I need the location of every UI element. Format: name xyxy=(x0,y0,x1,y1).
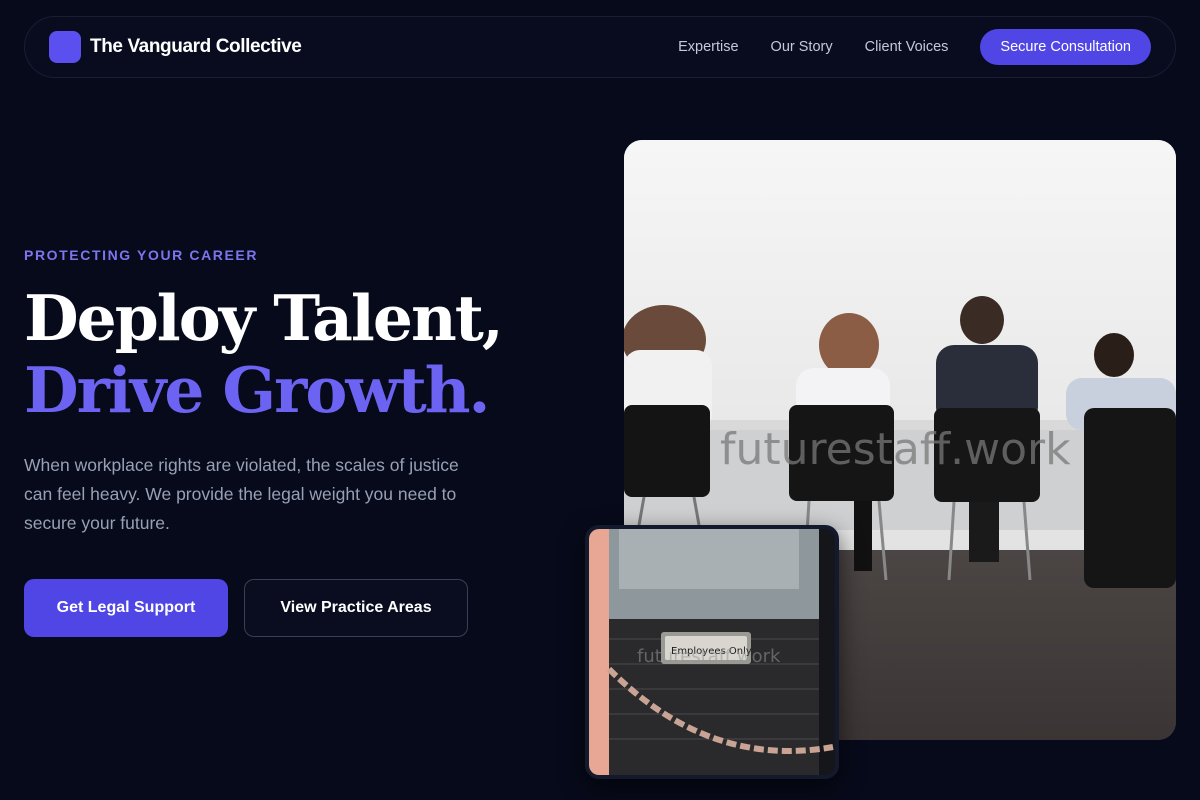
brand-name: The Vanguard Collective xyxy=(90,36,302,57)
headline-line-2: Drive Growth. xyxy=(24,353,490,427)
hero-eyebrow: PROTECTING YOUR CAREER xyxy=(24,247,259,263)
employees-only-door-photo: Employees Only futurestaff.work xyxy=(585,525,839,779)
hero-description: When workplace rights are violated, the … xyxy=(24,455,459,533)
headline-line-1: Deploy Talent, xyxy=(24,281,504,355)
get-legal-support-button[interactable]: Get Legal Support xyxy=(24,579,228,637)
main-photo-watermark: futurestaff.work xyxy=(720,424,1071,475)
hero-headline: Deploy Talent, Drive Growth. xyxy=(24,281,504,427)
nav-link-expertise[interactable]: Expertise xyxy=(678,39,738,55)
top-navbar: The Vanguard Collective Expertise Our St… xyxy=(24,16,1176,78)
view-practice-areas-button[interactable]: View Practice Areas xyxy=(244,579,468,637)
nav-link-our-story[interactable]: Our Story xyxy=(771,39,833,55)
sub-photo-watermark: futurestaff.work xyxy=(637,646,781,667)
brand[interactable]: The Vanguard Collective xyxy=(49,31,302,63)
brand-logo-icon xyxy=(49,31,81,63)
nav-links: Expertise Our Story Client Voices Secure… xyxy=(678,29,1151,65)
secure-consultation-button[interactable]: Secure Consultation xyxy=(980,29,1151,65)
nav-link-client-voices[interactable]: Client Voices xyxy=(865,39,949,55)
